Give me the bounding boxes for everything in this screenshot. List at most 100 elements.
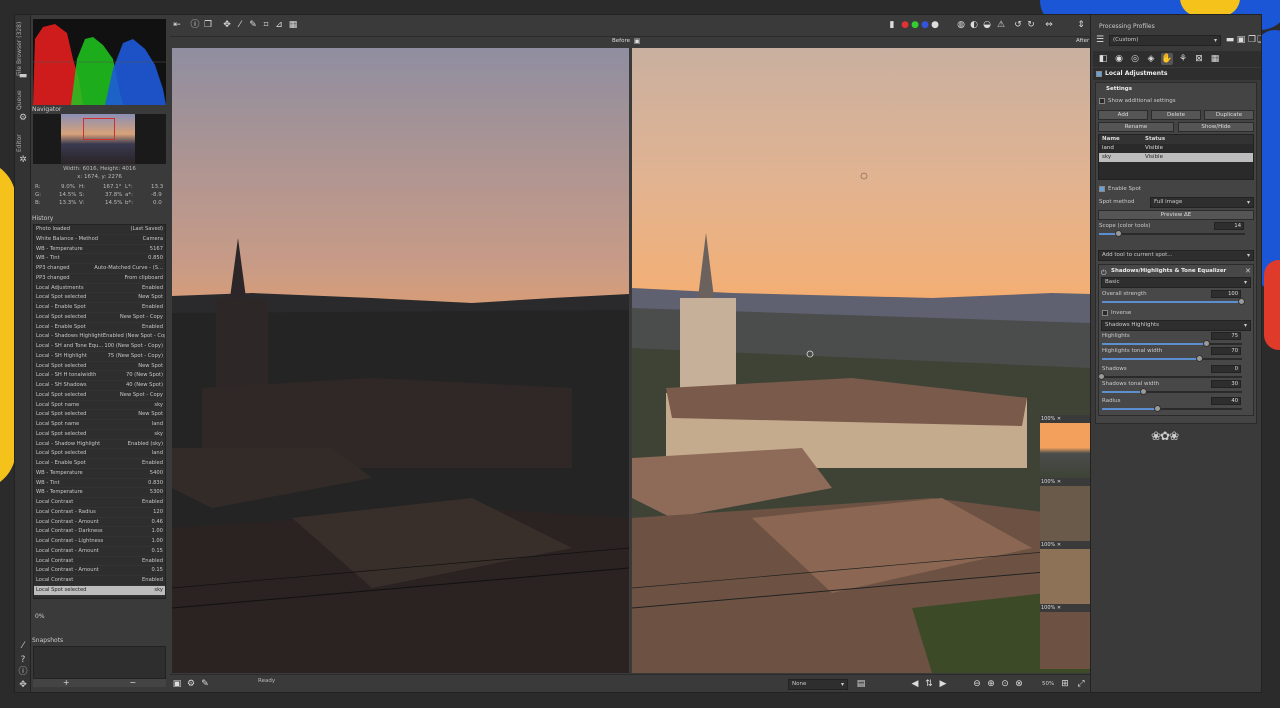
tab-exposure-icon[interactable]: ◉	[1113, 53, 1125, 65]
channel-l-icon[interactable]: ●	[930, 20, 940, 30]
warning-icon[interactable]: ⚠	[996, 20, 1006, 30]
history-item[interactable]: Local - Shadows Highlight Enabled (New Sp…	[34, 332, 165, 342]
clip-highlights-icon[interactable]: ◒	[982, 20, 992, 30]
shadows-value[interactable]: 0	[1211, 365, 1241, 373]
history-item[interactable]: Local Spot selected New Spot	[34, 293, 165, 303]
profile-menu-icon[interactable]: ☰	[1095, 35, 1105, 45]
zoom-in-icon[interactable]: ⊕	[986, 679, 996, 689]
editor-gear-icon[interactable]: ✲	[18, 155, 28, 165]
duplicate-spot-button[interactable]: Duplicate	[1204, 110, 1254, 120]
focus-mask-icon[interactable]: ▮	[887, 20, 897, 30]
history-item[interactable]: Local Contrast - Amount 0.15	[34, 547, 165, 557]
help-icon[interactable]: ?	[18, 655, 28, 665]
flip-v-icon[interactable]: ⇕	[1076, 20, 1086, 30]
history-item[interactable]: White Balance - Method Camera	[34, 235, 165, 245]
flip-h-icon[interactable]: ⇔	[1044, 20, 1054, 30]
preview-icon[interactable]: ◍	[956, 20, 966, 30]
profile-select[interactable]: (Custom)	[1109, 35, 1221, 46]
shadows-tonal-width-value[interactable]: 30	[1211, 380, 1241, 388]
save-profile-icon[interactable]: ▣	[1236, 35, 1246, 45]
rename-spot-button[interactable]: Rename	[1098, 122, 1174, 132]
history-item[interactable]: Local Contrast Enabled	[34, 576, 165, 586]
navigator-preview[interactable]	[33, 114, 166, 164]
channel-r-icon[interactable]: ●	[900, 20, 910, 30]
navigator-viewport-box[interactable]	[83, 118, 115, 140]
fullscreen-icon[interactable]: ⤢	[1076, 679, 1086, 689]
highlights-slider[interactable]	[1102, 340, 1242, 347]
scope-value[interactable]: 14	[1214, 222, 1244, 230]
highlights-value[interactable]: 75	[1211, 332, 1241, 340]
history-item[interactable]: PP3 changed From clipboard	[34, 274, 165, 284]
history-item[interactable]: Local - SH Shadows 40 (New Spot)	[34, 381, 165, 391]
history-item[interactable]: Local - SH H tonalwidth 70 (New Spot)	[34, 371, 165, 381]
preview-de-button[interactable]: Preview ΔE	[1098, 210, 1254, 220]
history-item[interactable]: Local Spot name land	[34, 420, 165, 430]
spot-row-land[interactable]: land Visible	[1099, 144, 1253, 153]
history-item[interactable]: Local Spot selected New Spot	[34, 362, 165, 372]
add-spot-button[interactable]: Add	[1098, 110, 1148, 120]
hide-panel-icon[interactable]: ⇤	[172, 20, 182, 30]
add-tool-select[interactable]: Add tool to current spot...	[1098, 250, 1254, 261]
before-after-icon[interactable]: ❐	[203, 20, 213, 30]
folder-icon[interactable]: ▬	[18, 71, 28, 81]
crop-icon[interactable]: ⌗	[261, 20, 271, 30]
local-adjustments-toggle[interactable]	[1096, 71, 1102, 77]
remove-snapshot-button[interactable]: −	[129, 679, 136, 687]
straighten-icon[interactable]: ⊿	[274, 20, 284, 30]
channel-g-icon[interactable]: ●	[910, 20, 920, 30]
radius-value[interactable]: 40	[1211, 397, 1241, 405]
tab-local-icon[interactable]: ✋	[1161, 53, 1173, 65]
history-item[interactable]: Local Contrast - Amount 0.46	[34, 518, 165, 528]
hand-icon[interactable]: ✥	[222, 20, 232, 30]
history-item[interactable]: WB - Temperature 5300	[34, 488, 165, 498]
tab-queue[interactable]: Queue	[16, 89, 30, 111]
after-view[interactable]: ›	[632, 48, 1090, 673]
gears-icon[interactable]: ⚙	[18, 113, 28, 123]
scope-slider[interactable]	[1099, 230, 1245, 237]
zoom-fit-icon[interactable]: ⊗	[1014, 679, 1024, 689]
delete-spot-button[interactable]: Delete	[1151, 110, 1201, 120]
zoom-out-icon[interactable]: ⊖	[972, 679, 982, 689]
info-icon[interactable]: ⓘ	[18, 667, 28, 677]
channel-b-icon[interactable]: ●	[920, 20, 930, 30]
history-item[interactable]: Local Contrast - Radius 120	[34, 508, 165, 518]
pipette-icon[interactable]: ⁄	[18, 641, 28, 651]
history-item[interactable]: WB - Temperature 5167	[34, 245, 165, 255]
highlights-tonal-width-value[interactable]: 70	[1211, 347, 1241, 355]
history-item[interactable]: Local Spot selected land	[34, 449, 165, 459]
color-picker-icon[interactable]: ✎	[248, 20, 258, 30]
shadows-slider[interactable]	[1098, 373, 1242, 380]
prev-image-icon[interactable]: ◀	[910, 679, 920, 689]
radius-slider[interactable]	[1102, 405, 1242, 412]
tab-favorites-icon[interactable]: ◧	[1097, 53, 1109, 65]
tab-transform-icon[interactable]: ⊠	[1193, 53, 1205, 65]
preset-select[interactable]: None	[788, 679, 848, 690]
detail-window-icon[interactable]: ⊞	[1060, 679, 1070, 689]
tab-color-icon[interactable]: ◈	[1145, 53, 1157, 65]
history-item[interactable]: Local Contrast Enabled	[34, 498, 165, 508]
history-item[interactable]: Local Spot selected New Spot - Copy	[34, 391, 165, 401]
history-item[interactable]: WB - Temperature 5400	[34, 469, 165, 479]
tab-editor[interactable]: Editor	[16, 131, 30, 155]
local-adjustments-header[interactable]: Local Adjustments	[1093, 68, 1261, 80]
perspective-icon[interactable]: ▦	[288, 20, 298, 30]
shadows-tonal-width-slider[interactable]	[1102, 388, 1242, 395]
info-icon[interactable]: ⓘ	[190, 20, 200, 30]
history-item[interactable]: Local Spot selected sky	[34, 430, 165, 440]
history-item[interactable]: WB - Tint 0.850	[34, 254, 165, 264]
open-profile-icon[interactable]: ▬	[1225, 35, 1235, 45]
inverse-checkbox[interactable]	[1102, 310, 1108, 316]
history-item[interactable]: PP3 changed Auto-Matched Curve - (S...	[34, 264, 165, 274]
history-item[interactable]: Local Adjustments Enabled	[34, 284, 165, 294]
overall-strength-slider[interactable]	[1102, 298, 1245, 305]
show-hide-spot-button[interactable]: Show/Hide	[1178, 122, 1254, 132]
history-item[interactable]: Local Contrast - Amount 0.15	[34, 566, 165, 576]
queue-add-icon[interactable]: ⚙	[186, 679, 196, 689]
rotate-right-icon[interactable]: ↻	[1026, 20, 1036, 30]
spot-method-select[interactable]: Full image	[1150, 197, 1254, 208]
overall-strength-value[interactable]: 100	[1211, 290, 1241, 298]
history-item[interactable]: Local Contrast Enabled	[34, 557, 165, 567]
history-item[interactable]: Local Spot name sky	[34, 401, 165, 411]
history-item[interactable]: Local Spot selected sky	[34, 585, 165, 596]
paste-profile-icon[interactable]: ❏	[1256, 35, 1261, 45]
